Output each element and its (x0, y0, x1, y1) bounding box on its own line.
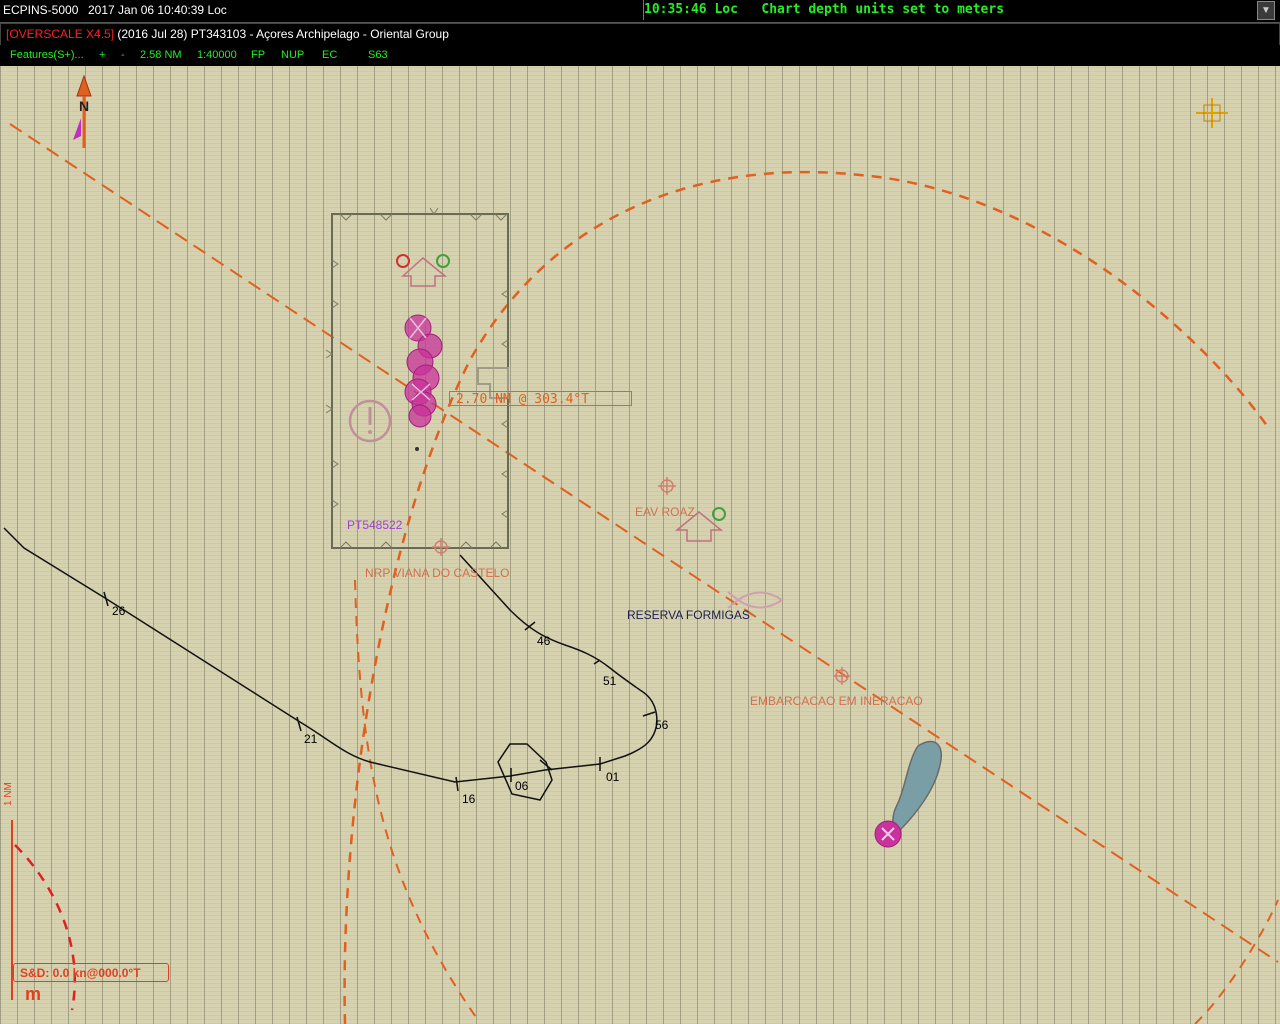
ec-toggle[interactable]: EC (322, 45, 337, 65)
track-tick-label: 01 (606, 770, 620, 784)
label-eav: EAV ROAZ (635, 505, 695, 519)
track-tick-label: 46 (537, 634, 551, 648)
scale-selector[interactable]: 1:40000 (197, 45, 237, 65)
track-tick-label: 56 (655, 718, 669, 732)
scale-label: 1 NM (3, 782, 14, 806)
green-buoy (436, 254, 450, 268)
depth-unit: m (25, 984, 42, 1004)
fish-haven-icon (727, 591, 784, 609)
label-reserva: RESERVA FORMIGAS (627, 608, 750, 622)
north-letter: N (79, 98, 89, 114)
route-arc-left (14, 844, 77, 1011)
chart-info-bar: [OVERSCALE X4.5] (2016 Jul 28) PT343103 … (0, 23, 1280, 46)
track-tick-label: 51 (603, 674, 617, 688)
orientation-toggle[interactable]: NUP (281, 45, 304, 65)
caution-icon (348, 399, 392, 443)
crosshair-cursor-icon (1196, 98, 1228, 128)
islet (892, 740, 942, 831)
own-ship-history (404, 314, 443, 428)
title-bar: ECPINS-5000 2017 Jan 06 10:40:39 Loc 10:… (0, 0, 1280, 23)
green-buoy-2 (712, 507, 726, 521)
track-tick-label: 16 (462, 792, 476, 806)
route-arc-right (1194, 899, 1279, 1024)
chart-graphics: N (3, 74, 1279, 1024)
track-tick-label: 21 (304, 732, 318, 746)
features-button[interactable]: Features(S+)... (10, 45, 84, 65)
chart-status-bar: Features(S+)... + - 2.58 NM 1:40000 FP N… (0, 45, 1280, 65)
system-datetime: 2017 Jan 06 10:40:39 Loc (88, 3, 227, 17)
track-tick-label: 06 (515, 779, 529, 793)
route-arc-lower (354, 579, 479, 1021)
sounding-dot (415, 447, 419, 451)
track-tick-label: 26 (112, 604, 126, 618)
label-embarcacao: EMBARCACAO EM INERACAO (750, 694, 923, 708)
range-selector[interactable]: 2.58 NM (140, 45, 182, 65)
red-buoy (396, 254, 410, 268)
route-leg-main (9, 123, 1279, 963)
overscale-indicator: [OVERSCALE X4.5] (6, 27, 115, 41)
label-nrp: NRP VIANA DO CASTELO (365, 566, 510, 580)
dropdown-arrow-icon[interactable]: ▼ (1257, 1, 1275, 20)
target-marker (874, 820, 902, 848)
speed-drift-box[interactable]: S&D: 0.0 kn@000.0°T (13, 963, 169, 982)
chart-info: (2016 Jul 28) PT343103 - Açores Archipel… (114, 27, 449, 41)
zoom-in-button[interactable]: + (99, 45, 105, 65)
fp-toggle[interactable]: FP (251, 45, 265, 65)
cell-label: PT548522 (347, 518, 403, 532)
message-box: 10:35:46 Loc Chart depth units set to me… (643, 0, 1256, 20)
chart-display[interactable]: N 2.70 NM @ 303.4°T PT548522 NRP VIANA D… (0, 66, 1280, 1024)
app-title: ECPINS-5000 (3, 3, 79, 17)
track-ticks (103, 591, 656, 792)
ebl-vrm-readout: 2.70 NM @ 303.4°T (449, 391, 632, 407)
route-arc-upper (343, 170, 1272, 1024)
s63-toggle[interactable]: S63 (368, 45, 388, 65)
north-arrow-icon: N (73, 74, 92, 148)
zoom-out-button[interactable]: - (121, 45, 125, 65)
past-track (3, 527, 658, 783)
